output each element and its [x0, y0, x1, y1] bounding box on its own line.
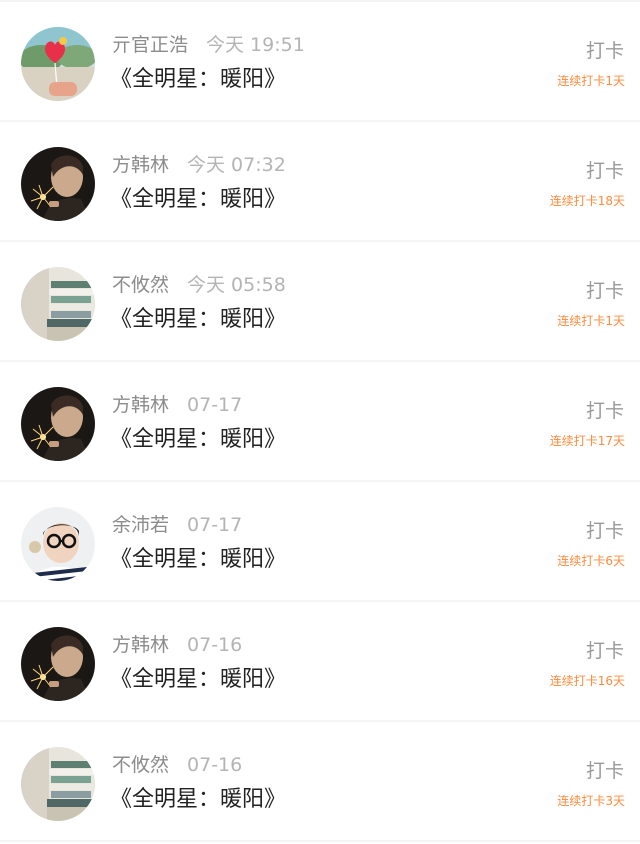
post-time: 今天 05:58 [187, 274, 286, 296]
post-meta: 不攸然 07-16 [112, 752, 242, 778]
checkin-label: 打卡 [585, 280, 624, 302]
user-name[interactable]: 方韩林 [112, 154, 169, 176]
user-name[interactable]: 余沛若 [112, 514, 169, 536]
book-title[interactable]: 《全明星：暖阳》 [110, 184, 286, 216]
book-title[interactable]: 《全明星：暖阳》 [110, 664, 286, 696]
checkin-label: 打卡 [585, 640, 624, 662]
list-item[interactable]: 方韩林 今天 07:32 《全明星：暖阳》 打卡 连续打卡18天 [0, 122, 640, 242]
balloon-avatar-icon[interactable] [21, 27, 95, 101]
glasses-boy-avatar-icon[interactable] [21, 507, 95, 581]
streak-badge: 连续打卡1天 [557, 74, 625, 88]
post-meta: 亓官正浩 今天 19:51 [112, 32, 305, 58]
sparkler-avatar-icon[interactable] [21, 387, 95, 461]
post-meta: 方韩林 07-17 [112, 392, 242, 418]
checkin-label: 打卡 [585, 160, 624, 182]
user-name[interactable]: 方韩林 [112, 394, 169, 416]
user-name[interactable]: 方韩林 [112, 634, 169, 656]
checkin-label: 打卡 [585, 400, 624, 422]
post-meta: 不攸然 今天 05:58 [112, 272, 286, 298]
post-meta: 方韩林 07-16 [112, 632, 242, 658]
list-item[interactable]: 方韩林 07-16 《全明星：暖阳》 打卡 连续打卡16天 [0, 602, 640, 722]
streak-badge: 连续打卡17天 [549, 434, 625, 448]
book-title[interactable]: 《全明星：暖阳》 [110, 424, 286, 456]
book-title[interactable]: 《全明星：暖阳》 [110, 784, 286, 816]
checkin-label: 打卡 [585, 520, 624, 542]
book-title[interactable]: 《全明星：暖阳》 [110, 304, 286, 336]
streak-badge: 连续打卡1天 [557, 314, 625, 328]
user-name[interactable]: 不攸然 [112, 274, 169, 296]
list-item[interactable]: 方韩林 07-17 《全明星：暖阳》 打卡 连续打卡17天 [0, 362, 640, 482]
post-time: 07-17 [187, 514, 243, 536]
post-meta: 余沛若 07-17 [112, 512, 242, 538]
post-time: 07-16 [187, 754, 243, 776]
post-time: 今天 07:32 [187, 154, 286, 176]
list-item[interactable]: 不攸然 07-16 《全明星：暖阳》 打卡 连续打卡3天 [0, 722, 640, 842]
post-time: 今天 19:51 [206, 34, 305, 56]
checkin-list: 亓官正浩 今天 19:51 《全明星：暖阳》 打卡 连续打卡1天 方韩林 今天 … [0, 0, 640, 844]
book-title[interactable]: 《全明星：暖阳》 [110, 544, 286, 576]
book-title[interactable]: 《全明星：暖阳》 [110, 64, 286, 96]
streak-badge: 连续打卡6天 [557, 554, 625, 568]
books-avatar-icon[interactable] [21, 267, 95, 341]
books-avatar-icon[interactable] [21, 747, 95, 821]
post-meta: 方韩林 今天 07:32 [112, 152, 286, 178]
streak-badge: 连续打卡18天 [549, 194, 625, 208]
user-name[interactable]: 亓官正浩 [112, 34, 188, 56]
user-name[interactable]: 不攸然 [112, 754, 169, 776]
sparkler-avatar-icon[interactable] [21, 147, 95, 221]
post-time: 07-16 [187, 634, 243, 656]
sparkler-avatar-icon[interactable] [21, 627, 95, 701]
checkin-label: 打卡 [585, 40, 624, 62]
list-item[interactable]: 余沛若 07-17 《全明星：暖阳》 打卡 连续打卡6天 [0, 482, 640, 602]
list-item[interactable]: 亓官正浩 今天 19:51 《全明星：暖阳》 打卡 连续打卡1天 [0, 2, 640, 122]
list-item[interactable]: 不攸然 今天 05:58 《全明星：暖阳》 打卡 连续打卡1天 [0, 242, 640, 362]
streak-badge: 连续打卡16天 [549, 674, 625, 688]
streak-badge: 连续打卡3天 [557, 794, 625, 808]
post-time: 07-17 [187, 394, 243, 416]
checkin-label: 打卡 [585, 760, 624, 782]
